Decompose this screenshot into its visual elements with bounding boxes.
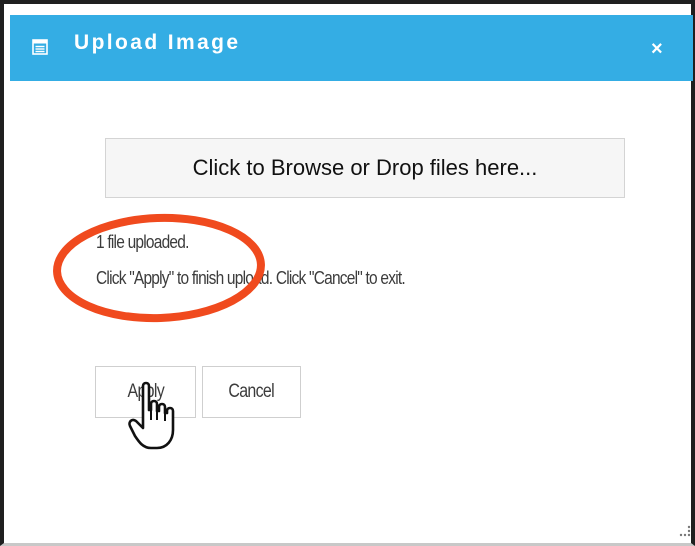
cancel-button[interactable]: Cancel: [202, 366, 301, 418]
browse-drop-zone[interactable]: Click to Browse or Drop files here...: [105, 138, 625, 198]
resize-grip-icon[interactable]: [676, 522, 692, 538]
upload-status-instructions: Click "Apply" to finish upload. Click "C…: [96, 268, 406, 288]
list-icon: [32, 39, 48, 55]
cancel-button-label: Cancel: [228, 381, 275, 402]
apply-button-label: Apply: [127, 381, 164, 402]
upload-image-dialog: Upload Image × Click to Browse or Drop f…: [0, 0, 695, 546]
dialog-title: Upload Image: [74, 31, 241, 54]
close-icon[interactable]: ×: [651, 38, 663, 60]
upload-status-count: 1 file uploaded.: [96, 232, 189, 252]
dialog-title-bar: Upload Image ×: [10, 15, 693, 81]
apply-button[interactable]: Apply: [95, 366, 196, 418]
